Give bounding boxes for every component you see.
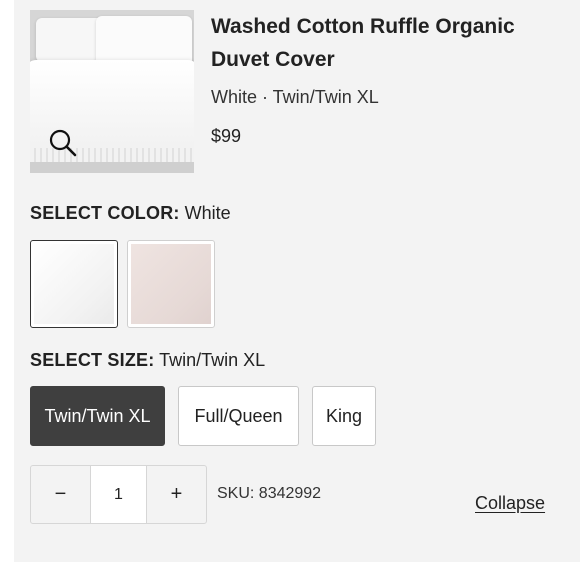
quantity-decrement-button[interactable]: −: [31, 466, 90, 523]
product-price: $99: [211, 126, 242, 146]
select-color-value: White: [184, 203, 231, 223]
swatch-fill: [131, 244, 211, 324]
select-color-heading: SELECT COLOR:: [30, 203, 180, 223]
magnifier-icon[interactable]: [48, 128, 78, 158]
select-size-heading: SELECT SIZE:: [30, 350, 155, 370]
product-title: Washed Cotton Ruffle Organic Duvet Cover: [211, 15, 515, 71]
swatch-fill: [34, 244, 114, 324]
size-option-full-queen[interactable]: Full/Queen: [178, 386, 299, 446]
product-variant: White · Twin/Twin XL: [211, 87, 379, 107]
image-pillow: [96, 16, 192, 66]
select-color-label: SELECT COLOR: White: [30, 203, 231, 224]
size-option-twin-twin-xl[interactable]: Twin/Twin XL: [30, 386, 165, 446]
select-size-label: SELECT SIZE: Twin/Twin XL: [30, 350, 265, 371]
color-swatch-blush[interactable]: [127, 240, 215, 328]
image-floor: [30, 162, 194, 173]
size-option-king[interactable]: King: [312, 386, 376, 446]
select-size-value: Twin/Twin XL: [159, 350, 266, 370]
sku-text: SKU: 8342992: [217, 485, 322, 502]
bottom-strip: [0, 562, 580, 580]
quantity-stepper: − 1 +: [30, 465, 207, 524]
quantity-increment-button[interactable]: +: [147, 466, 206, 523]
collapse-link[interactable]: Collapse: [475, 493, 545, 514]
product-image[interactable]: [30, 10, 194, 173]
color-swatch-white[interactable]: [30, 240, 118, 328]
quantity-value[interactable]: 1: [90, 466, 147, 523]
